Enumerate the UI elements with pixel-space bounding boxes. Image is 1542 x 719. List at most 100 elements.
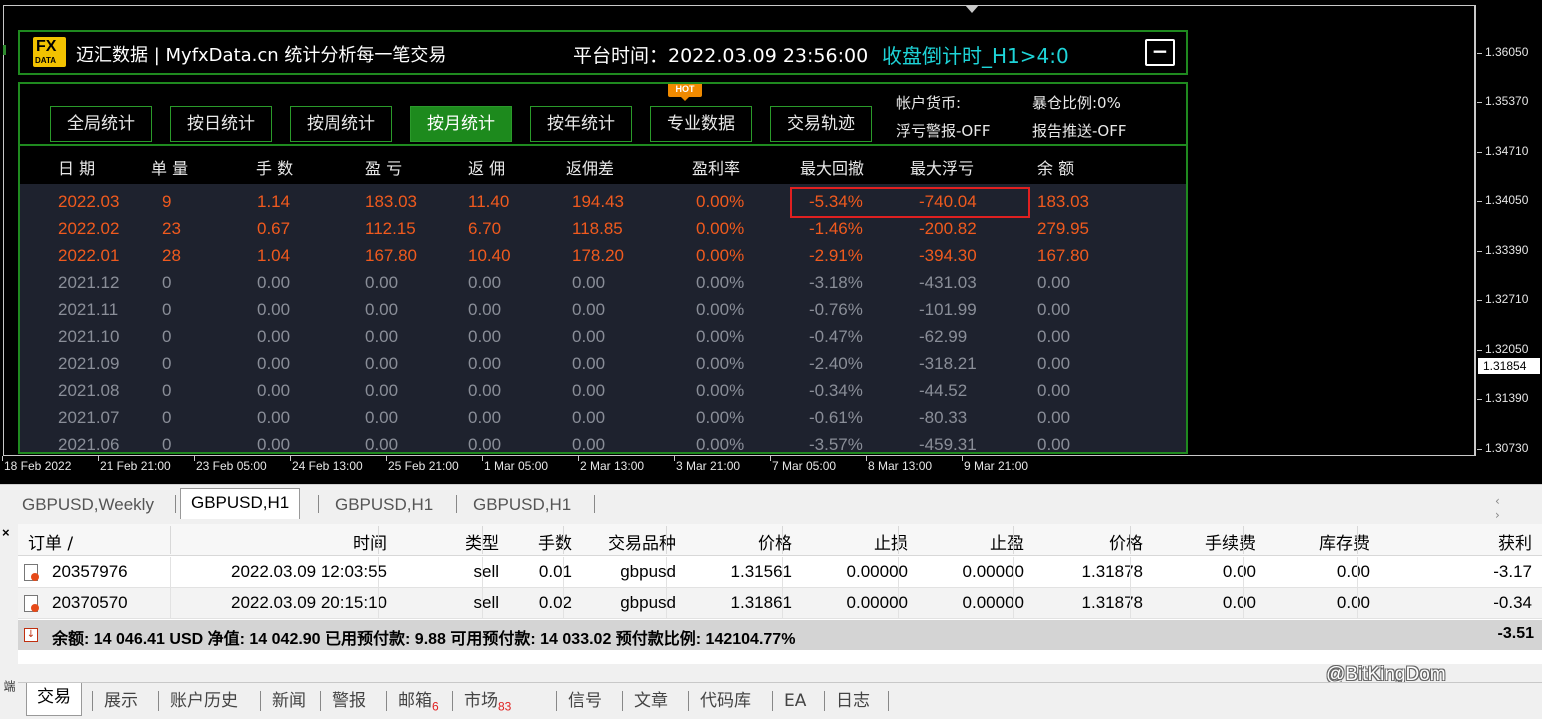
- order-cell: 0.00: [1222, 562, 1256, 581]
- fx-stats-cell: 23: [162, 219, 181, 238]
- terminal-tab[interactable]: 邮箱6: [388, 687, 449, 717]
- fx-stats-cell: 0.00: [572, 300, 606, 319]
- fx-stats-cell: -101.99: [919, 300, 977, 319]
- fx-stats-cell: 0.00: [257, 300, 291, 319]
- fx-stats-cell: -3.18%: [809, 273, 863, 292]
- fx-stats-cell: 0.00%: [696, 327, 745, 346]
- fx-stats-cell: 0.00: [468, 354, 502, 373]
- chart-tab[interactable]: GBPUSD,H1: [325, 491, 443, 519]
- terminal-tab[interactable]: 市场83: [454, 687, 521, 717]
- sell-order-icon: [24, 595, 39, 612]
- summary-arrow-icon: ↓: [24, 628, 38, 642]
- cell-separator: [1013, 588, 1014, 619]
- tab-scroll-arrows-icon[interactable]: ‹ ›: [1495, 494, 1542, 522]
- summary-total: -3.51: [1497, 625, 1534, 642]
- terminal-tab[interactable]: 文章: [624, 687, 678, 717]
- fx-stats-cell: 183.03: [365, 192, 417, 211]
- orders-column-label[interactable]: 库存费: [1319, 529, 1370, 554]
- time-label: 8 Mar 13:00: [868, 459, 933, 473]
- orders-column-label[interactable]: 获利: [1498, 529, 1532, 554]
- orders-column-label[interactable]: 订单 /: [28, 529, 73, 554]
- fx-tab-button[interactable]: 交易轨迹: [770, 106, 872, 142]
- fx-stats-cell: -0.47%: [809, 327, 863, 346]
- fx-tab-button[interactable]: 按周统计: [290, 106, 392, 142]
- shift-marker-icon[interactable]: [965, 5, 979, 13]
- tab-separator: [175, 495, 176, 513]
- terminal-tab[interactable]: 新闻: [262, 687, 316, 717]
- order-cell: -0.34: [1493, 593, 1532, 612]
- order-row[interactable]: 20370570 2022.03.09 20:15:10 sell 0.02 gbpus…: [18, 588, 1542, 619]
- terminal-tab[interactable]: EA: [774, 687, 816, 717]
- fx-stats-cell: 2021.08: [58, 381, 120, 400]
- fx-stats-row: 2022.02 23 0.67 112.15 6.70 118.85 0.00% -1.46%…: [20, 215, 1186, 242]
- cell-separator: [898, 557, 899, 588]
- fx-stats-cell: -5.34%: [809, 192, 863, 211]
- fx-stats-cell: 0.00%: [696, 219, 745, 238]
- chart-tab[interactable]: GBPUSD,Weekly: [12, 491, 164, 519]
- terminal-tab[interactable]: 信号: [558, 687, 612, 717]
- price-chart[interactable]: 1.36050 1.35370 1.34710 1.34050 1.33390 1.327…: [0, 0, 1542, 484]
- fx-stats-cell: 0: [162, 273, 172, 292]
- price-label: 1.34710: [1485, 144, 1529, 158]
- orders-column-label[interactable]: 时间: [353, 529, 387, 554]
- orders-column-label[interactable]: 手续费: [1205, 529, 1256, 554]
- fx-tab-button[interactable]: 按年统计: [530, 106, 632, 142]
- terminal-tab[interactable]: 日志: [826, 687, 880, 717]
- terminal-tab[interactable]: 交易: [26, 683, 82, 716]
- fx-stats-cell: 0.00: [1037, 327, 1071, 346]
- fx-tab-button[interactable]: 按日统计: [170, 106, 272, 142]
- column-separator: [898, 526, 899, 554]
- tab-separator: [92, 691, 93, 711]
- price-tick: [1477, 102, 1482, 103]
- order-cell: sell: [473, 562, 499, 581]
- fx-tab-button[interactable]: 专业数据: [650, 106, 752, 142]
- close-terminal-icon[interactable]: ×: [2, 525, 10, 540]
- time-tick: [2, 456, 3, 461]
- terminal-tab[interactable]: 警报: [322, 687, 376, 717]
- fx-stats-cell: 0.00: [257, 408, 291, 427]
- fx-header-bar: FX DATA 迈汇数据 | MyfxData.cn 统计分析每一笔交易 平台时…: [18, 30, 1188, 75]
- time-label: 25 Feb 21:00: [388, 459, 459, 473]
- terminal-panel: ‹ › GBPUSD,Weekly GBPUSD,H1 GBPUSD,H1 GBPUS…: [0, 484, 1542, 719]
- price-label: 1.36050: [1485, 45, 1529, 59]
- fx-stats-cell: 0.00: [257, 435, 291, 454]
- fx-stats-cell: 0.00%: [696, 354, 745, 373]
- price-tick: [1477, 201, 1482, 202]
- fx-stats-cell: 0: [162, 381, 172, 400]
- terminal-tab[interactable]: 代码库: [690, 687, 761, 717]
- chart-tab[interactable]: GBPUSD,H1: [463, 491, 581, 519]
- fx-tab-button[interactable]: 按月统计: [410, 106, 512, 142]
- terminal-side-label: 端: [0, 680, 18, 719]
- terminal-tab[interactable]: 展示: [94, 687, 148, 717]
- minimize-button[interactable]: −: [1145, 39, 1175, 66]
- tab-separator: [318, 495, 319, 513]
- orders-column-label[interactable]: 止盈: [990, 529, 1024, 554]
- orders-column-label[interactable]: 价格: [758, 529, 792, 554]
- cell-separator: [1130, 557, 1131, 588]
- terminal-tab-label: 文章: [634, 691, 668, 711]
- time-tick: [386, 456, 387, 461]
- tab-separator: [456, 495, 457, 513]
- fx-tab-button[interactable]: 全局统计: [50, 106, 152, 142]
- fx-stats-cell: 2022.01: [58, 246, 120, 265]
- order-row[interactable]: 20357976 2022.03.09 12:03:55 sell 0.01 gbpus…: [18, 557, 1542, 588]
- orders-column-label[interactable]: 手数: [538, 529, 572, 554]
- orders-column-label[interactable]: 价格: [1109, 529, 1143, 554]
- price-label: 1.35370: [1485, 94, 1529, 108]
- time-label: 1 Mar 05:00: [484, 459, 549, 473]
- price-label: 1.32050: [1485, 342, 1529, 356]
- orders-column-label[interactable]: 止损: [874, 529, 908, 554]
- terminal-tab[interactable]: 账户历史: [160, 687, 248, 717]
- fx-stats-cell: 0.00: [468, 381, 502, 400]
- chart-tab[interactable]: GBPUSD,H1: [180, 488, 301, 519]
- account-summary-row[interactable]: ↓ 余额: 14 046.41 USD 净值: 14 042.90 已用预付款:…: [18, 620, 1542, 650]
- fx-stats-cell: 0.00: [1037, 354, 1071, 373]
- terminal-tab-label: 警报: [332, 691, 366, 711]
- fx-logo-subtext: DATA: [35, 56, 57, 65]
- fx-stats-cell: -80.33: [919, 408, 968, 427]
- fx-column-header: 日 期 单 量 手 数 盈 亏 返 佣 返佣差 盈利率 最大回撤 最大浮亏 余 额: [20, 148, 1186, 182]
- fx-stats-cell: 0.67: [257, 219, 291, 238]
- cell-separator: [482, 557, 483, 588]
- fx-stats-cell: 0.00: [365, 381, 399, 400]
- column-separator: [563, 526, 564, 554]
